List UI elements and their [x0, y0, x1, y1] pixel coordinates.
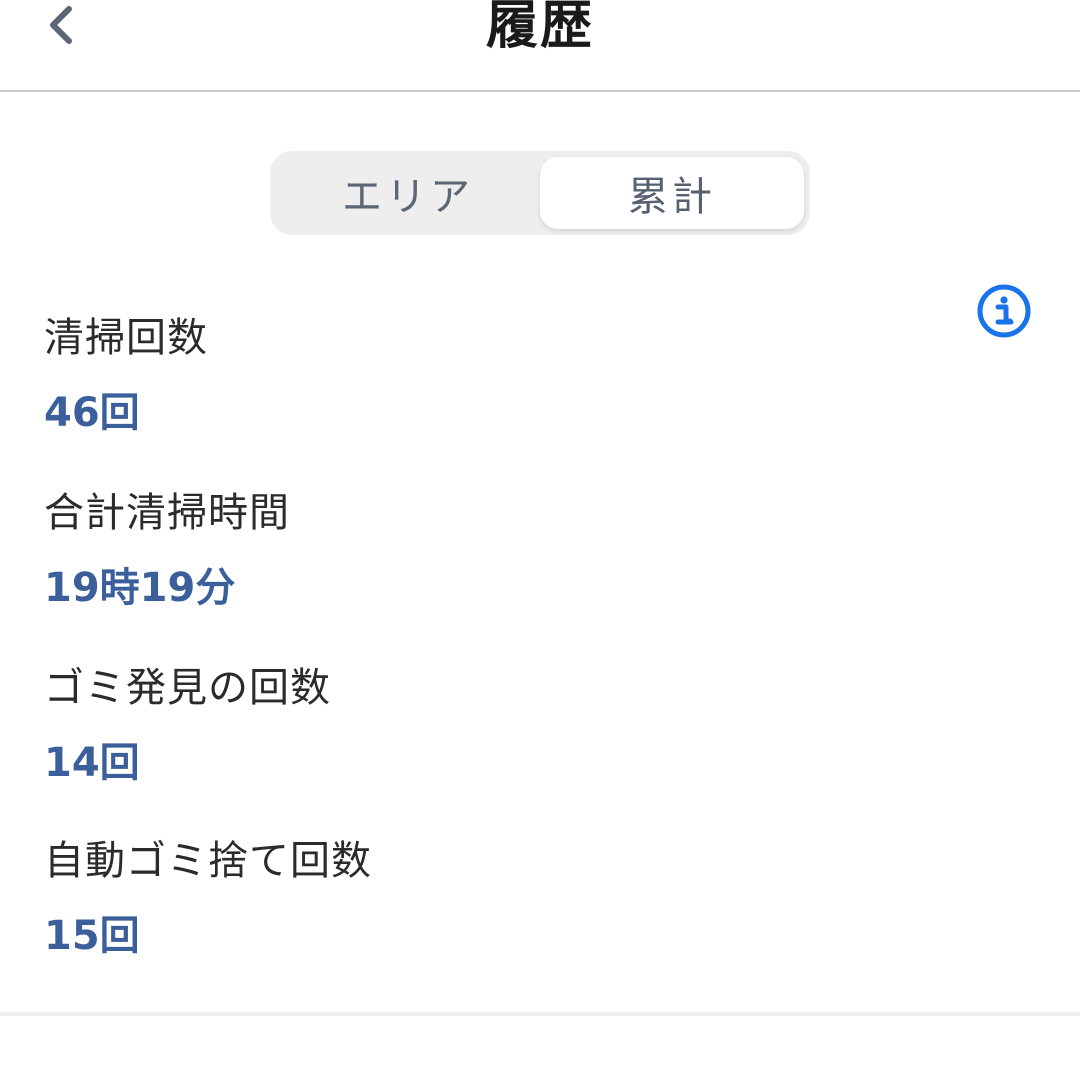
- stat-value-cleaning-count: 46回: [44, 390, 140, 436]
- tab-area[interactable]: エリア: [276, 157, 540, 229]
- segmented-control: エリア 累計: [270, 151, 810, 235]
- page-title: 履歴: [485, 0, 594, 56]
- stat-label-total-cleaning-time: 合計清掃時間: [44, 490, 290, 536]
- info-button[interactable]: [976, 283, 1032, 339]
- stat-label-dirt-detected-count: ゴミ発見の回数: [44, 665, 331, 711]
- info-icon: [977, 284, 1031, 338]
- stat-label-auto-empty-count: 自動ゴミ捨て回数: [44, 838, 372, 884]
- tab-cumulative[interactable]: 累計: [540, 157, 804, 229]
- stat-label-cleaning-count: 清掃回数: [44, 315, 208, 361]
- stat-value-total-cleaning-time: 19時19分: [44, 565, 236, 611]
- navigation-bar: 履歴: [0, 0, 1080, 92]
- stat-value-auto-empty-count: 15回: [44, 913, 140, 959]
- bottom-divider: [0, 1012, 1080, 1016]
- history-screen: 履歴 エリア 累計 清掃回数 46回 合計清掃時間 19時19分 ゴミ発見の回数…: [0, 0, 1080, 1080]
- stat-value-dirt-detected-count: 14回: [44, 740, 140, 786]
